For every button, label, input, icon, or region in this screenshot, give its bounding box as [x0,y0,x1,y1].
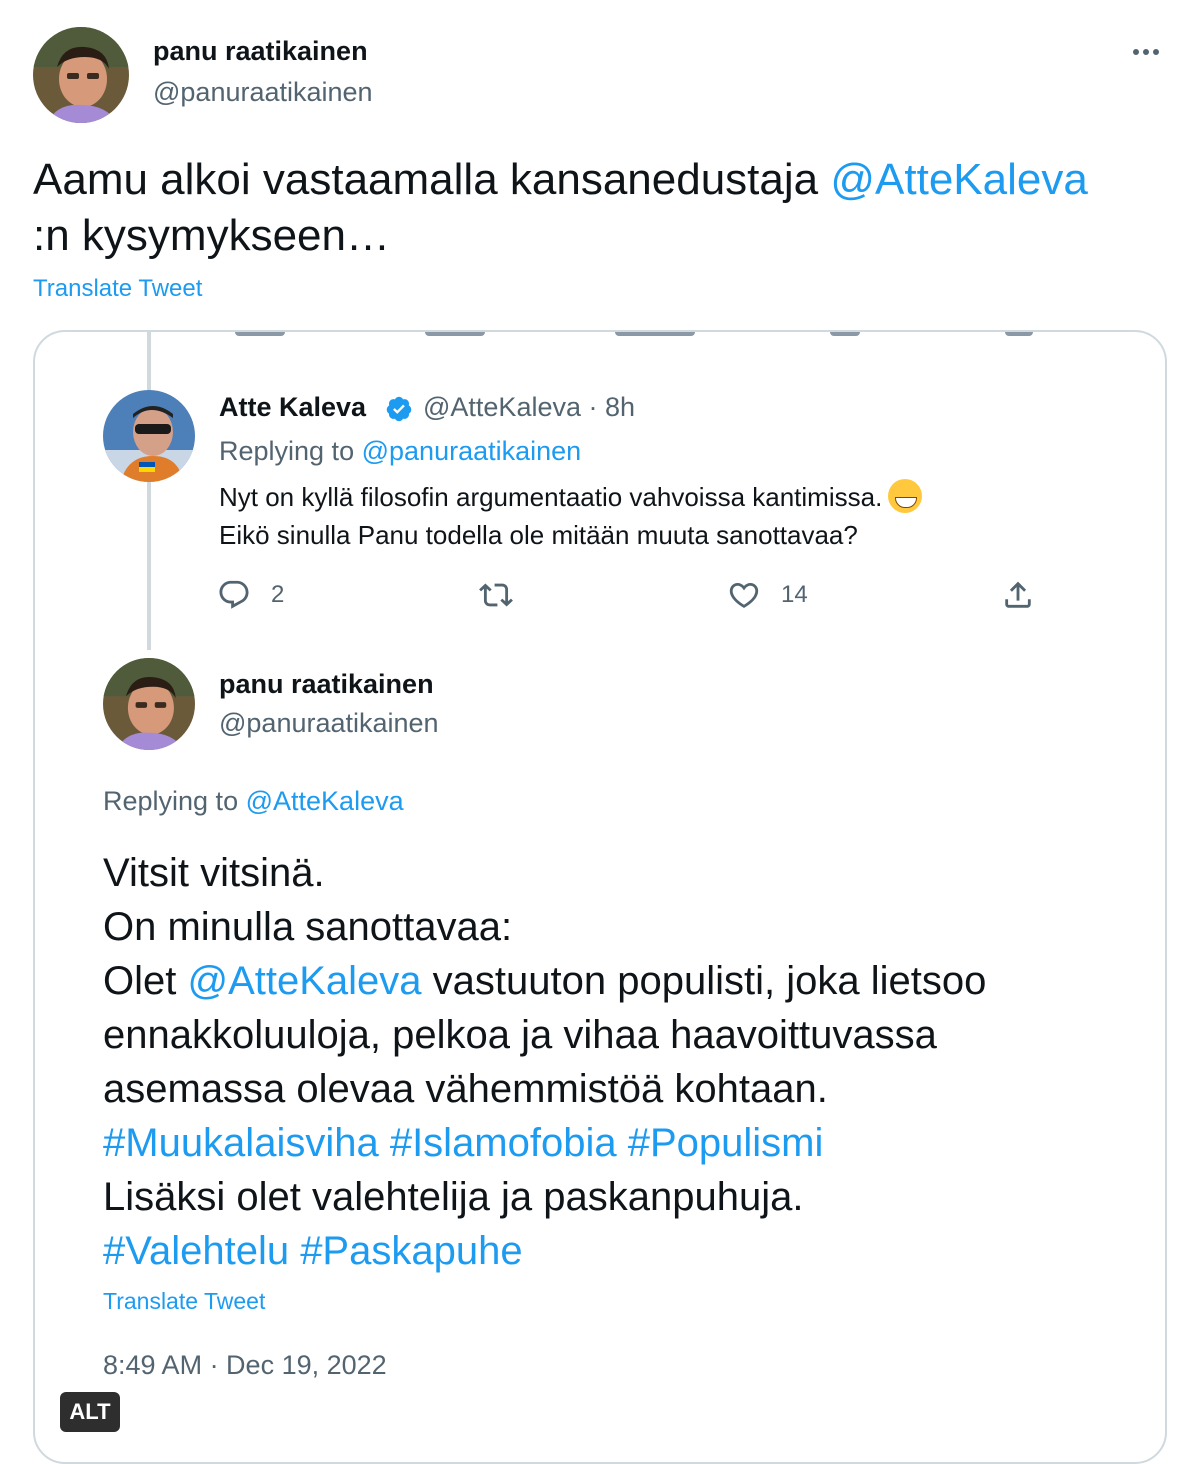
atte-text-line1: Nyt on kyllä filosofin argumentaatio vah… [219,482,883,512]
text-line: vastuuton populisti, joka lietsoo [421,959,987,1003]
author-handle[interactable]: @panuraatikainen [153,77,373,108]
more-dot-icon [1133,49,1139,55]
panu-name: panu raatikainen [219,669,434,699]
tweet-text-part: :n kysymykseen… [33,211,390,260]
replying-to-label: Replying to [103,786,239,816]
more-dot-icon [1143,49,1149,55]
text-line: Olet [103,959,188,1003]
verified-badge-icon [385,395,413,423]
share-icon [1005,581,1031,608]
atte-time: 8h [605,392,636,422]
reply-icon [219,580,249,609]
like-action: 14 [727,578,808,612]
tweet-media-image[interactable]: Atte Kaleva @AtteKaleva · 8h Replying to… [33,330,1167,1464]
retweet-icon [479,583,513,607]
retweet-action [479,578,513,612]
replying-to-label: Replying to [219,436,355,466]
heart-icon [729,582,759,608]
atte-avatar [103,390,195,482]
replying-to-handle: @AtteKaleva [245,786,404,816]
atte-text-line2: Eikö sinulla Panu todella ole mitään muu… [219,520,858,550]
panu-reply-text: Vitsit vitsinä. On minulla sanottavaa: Ole… [103,846,1143,1278]
mention-link[interactable]: @AtteKaleva [830,155,1087,204]
reply-count: 2 [271,581,285,608]
replying-to-line: Replying to @AtteKaleva [103,786,404,817]
panu-handle: @panuraatikainen [219,708,439,738]
thread-line [147,332,151,650]
avatar-image [103,658,195,750]
alt-text-badge[interactable]: ALT [60,1392,120,1432]
panu-avatar [103,658,195,750]
avatar-image [33,27,129,123]
atte-reply-text: Nyt on kyllä filosofin argumentaatio vah… [219,478,1099,554]
cropped-icon [425,332,485,336]
grinning-emoji-icon [888,479,923,513]
mention-link: @AtteKaleva [187,959,422,1003]
author-avatar[interactable] [33,27,129,123]
text-line: Lisäksi olet valehtelija ja paskanpuhuja… [103,1175,804,1219]
avatar-image [103,390,195,482]
cropped-icon [830,332,860,336]
atte-handle: @AtteKaleva [423,392,581,422]
like-count: 14 [781,581,808,608]
replying-to-line: Replying to @panuraatikainen [219,436,581,467]
share-action [1001,578,1035,612]
cropped-icon [235,332,285,336]
reply-action: 2 [217,578,284,612]
cropped-icon [1005,332,1033,336]
more-options-button[interactable] [1128,34,1164,70]
hashtags: #Valehtelu #Paskapuhe [103,1229,523,1273]
hashtags: #Muukalaisviha #Islamofobia #Populismi [103,1121,824,1165]
cropped-icon [615,332,695,336]
text-line: ennakkoluuloja, pelkoa ja vihaa haavoitt… [103,1013,937,1057]
translate-tweet-link[interactable]: Translate Tweet [33,275,202,303]
replying-to-handle: @panuraatikainen [361,436,582,466]
tweet-text-part: Aamu alkoi vastaamalla kansanedustaja [33,155,831,204]
text-line: asemassa olevaa vähemmistöä kohtaan. [103,1067,828,1111]
tweet-text: Aamu alkoi vastaamalla kansanedustaja @A… [33,152,1163,264]
more-dot-icon [1153,49,1159,55]
tweet-timestamp: 8:49 AM · Dec 19, 2022 [103,1350,387,1380]
translate-tweet-link: Translate Tweet [103,1288,266,1314]
atte-name: Atte Kaleva [219,392,367,422]
cropped-action-bar [215,332,1065,342]
text-line: On minulla sanottavaa: [103,905,513,949]
atte-handle-time: @AtteKaleva · 8h [423,392,636,422]
text-line: Vitsit vitsinä. [103,851,325,895]
author-name[interactable]: panu raatikainen [153,36,368,67]
